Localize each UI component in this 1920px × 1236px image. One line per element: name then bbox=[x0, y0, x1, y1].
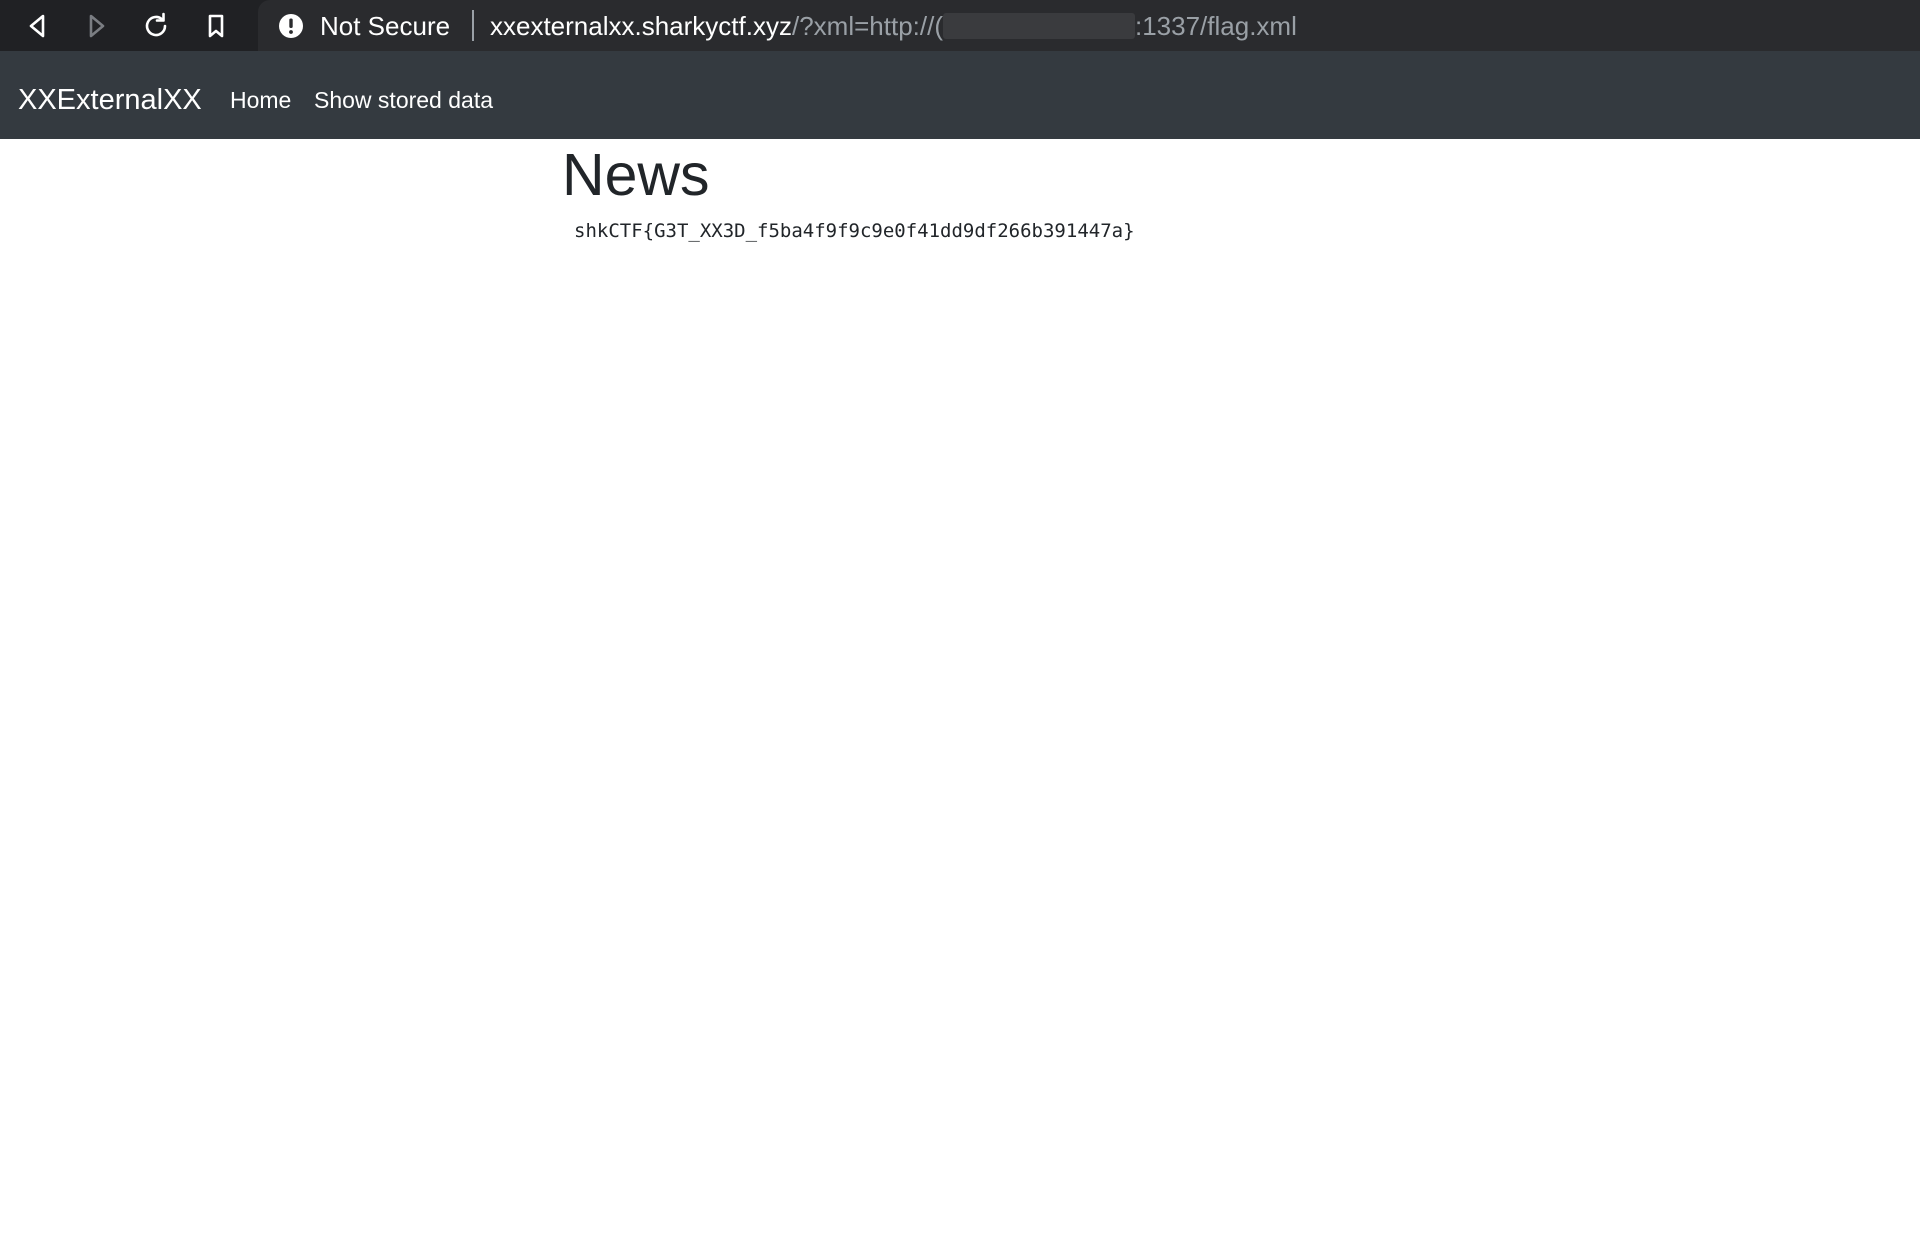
page-title: News bbox=[562, 142, 710, 208]
address-divider bbox=[472, 10, 474, 41]
brand-link[interactable]: XXExternalXX bbox=[18, 82, 202, 118]
site-navbar: XXExternalXX Home Show stored data bbox=[0, 51, 1920, 139]
reload-button[interactable] bbox=[138, 8, 174, 44]
nav-link-show-stored-data[interactable]: Show stored data bbox=[314, 85, 493, 115]
url-path-end: :1337/flag.xml bbox=[1134, 11, 1297, 41]
browser-toolbar: Not Secure xxexternalxx.sharkyctf.xyz/?x… bbox=[0, 0, 1920, 51]
bookmark-icon bbox=[208, 14, 224, 38]
url-path-start: /?xml=http://( bbox=[791, 11, 943, 41]
warning-icon[interactable] bbox=[278, 13, 304, 39]
back-button[interactable] bbox=[20, 8, 56, 44]
reload-icon bbox=[145, 12, 167, 37]
flag-value: shkCTF{G3T_XX3D_f5ba4f9f9c9e0f41dd9df266… bbox=[574, 220, 1135, 242]
nav-link-home[interactable]: Home bbox=[230, 85, 291, 115]
security-status-label[interactable]: Not Secure bbox=[320, 10, 450, 42]
address-bar[interactable]: Not Secure xxexternalxx.sharkyctf.xyz/?x… bbox=[258, 0, 1920, 51]
forward-arrow-icon bbox=[89, 14, 105, 38]
back-arrow-icon bbox=[29, 14, 45, 38]
bookmark-button[interactable] bbox=[198, 8, 234, 44]
forward-button[interactable] bbox=[78, 8, 114, 44]
url-text[interactable]: xxexternalxx.sharkyctf.xyz/?xml=http://(… bbox=[490, 10, 1297, 42]
url-host: xxexternalxx.sharkyctf.xyz bbox=[490, 11, 792, 41]
redacted-block bbox=[942, 13, 1135, 39]
